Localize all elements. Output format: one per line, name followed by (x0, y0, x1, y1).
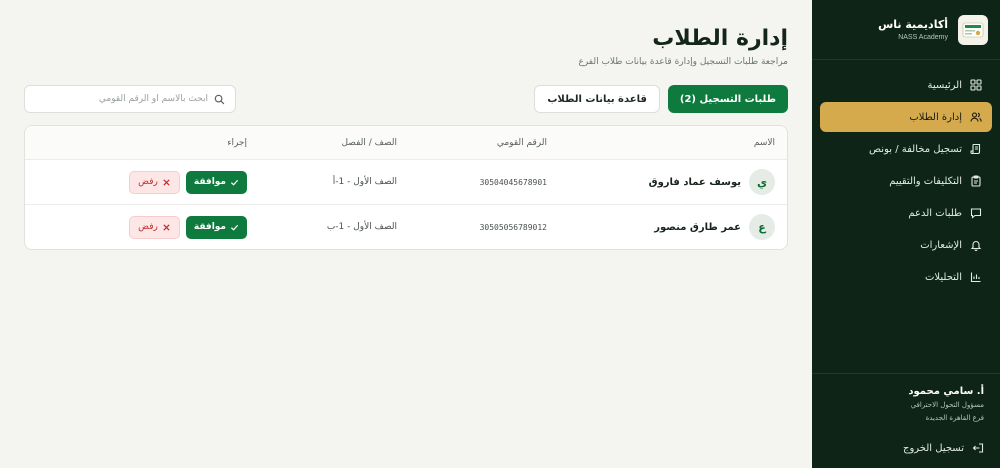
reject-button[interactable]: رفض (129, 170, 180, 194)
header-action: إجراء (227, 137, 247, 148)
academy-logo (958, 14, 988, 45)
sidebar-item-label: الرئيسية (927, 79, 962, 91)
user-name: أ. سامي محمود (908, 386, 984, 397)
users-icon (970, 112, 982, 122)
grid-icon (970, 79, 982, 91)
close-icon (163, 223, 170, 231)
message-icon (970, 208, 982, 219)
sidebar-nav: الرئيسية إدارة الطلاب تسجيل مخالفة / بون… (812, 60, 1000, 302)
header-national-id: الرقم القومي (496, 137, 547, 148)
user-role: مسؤول التحول الاحترافي (910, 401, 984, 409)
logout-icon (972, 443, 984, 453)
check-icon (230, 179, 239, 186)
bell-icon (970, 241, 982, 251)
national-id: 30504045678901 (479, 177, 547, 187)
reject-label: رفض (138, 177, 158, 187)
user-branch: فرع القاهرة الجديدة (925, 414, 984, 422)
search-input[interactable] (35, 94, 208, 104)
reject-label: رفض (138, 222, 158, 232)
user-panel: أ. سامي محمود مسؤول التحول الاحترافي فرع… (812, 373, 1000, 468)
approve-button[interactable]: موافقة (185, 170, 247, 194)
sidebar-item-label: التحليلات (924, 271, 962, 283)
close-icon (163, 178, 170, 186)
header-class: الصف / الفصل (341, 137, 397, 148)
sidebar-item-label: إدارة الطلاب (909, 111, 962, 123)
chart-icon (970, 272, 981, 283)
national-id: 30505056789012 (479, 222, 547, 232)
sidebar-item-violation[interactable]: تسجيل مخالفة / بونص (820, 134, 992, 164)
check-icon (230, 224, 239, 231)
brand-name: أكاديمية ناس (878, 18, 948, 31)
students-requests-table: الاسم الرقم القومي الصف / الفصل إجراء ي … (24, 125, 788, 250)
header-name: الاسم (753, 137, 775, 148)
table-row: ع عمر طارق منصور 30505056789012 الصف الأ… (25, 204, 787, 249)
logout-button[interactable]: تسجيل الخروج (828, 442, 984, 454)
sidebar-item-students[interactable]: إدارة الطلاب (820, 102, 992, 132)
main-content: إدارة الطلاب مراجعة طلبات التسجيل وإدارة… (24, 0, 788, 250)
sidebar-item-assignments[interactable]: التكليفات والتقييم (820, 166, 992, 196)
avatar: ع (749, 214, 775, 240)
reject-button[interactable]: رفض (129, 215, 180, 239)
page-title: إدارة الطلاب (652, 26, 788, 51)
table-row: ي يوسف عماد فاروق 30504045678901 الصف ال… (25, 159, 787, 204)
table-header: الاسم الرقم القومي الصف / الفصل إجراء (25, 126, 787, 159)
approve-label: موافقة (193, 177, 226, 187)
sidebar: أكاديمية ناس NASS Academy الرئيسية إدارة… (812, 0, 1000, 468)
page-subtitle: مراجعة طلبات التسجيل وإدارة قاعدة بيانات… (578, 57, 788, 67)
tab-students-database[interactable]: قاعدة بيانات الطلاب (534, 85, 660, 113)
sidebar-item-label: تسجيل مخالفة / بونص (869, 143, 962, 155)
student-class: الصف الأول - 1-أ (332, 177, 397, 187)
sidebar-item-home[interactable]: الرئيسية (820, 70, 992, 100)
student-class: الصف الأول - 1-ب (326, 222, 397, 232)
search-box[interactable] (24, 85, 236, 113)
brand-subtitle: NASS Academy (898, 34, 948, 41)
student-name: يوسف عماد فاروق (648, 176, 741, 188)
search-icon (214, 94, 225, 104)
brand: أكاديمية ناس NASS Academy (812, 0, 1000, 60)
sidebar-item-analytics[interactable]: التحليلات (820, 262, 992, 292)
clipboard-icon (971, 175, 981, 187)
student-name: عمر طارق منصور (654, 221, 741, 233)
sidebar-item-label: طلبات الدعم (908, 207, 962, 219)
avatar: ي (749, 169, 775, 195)
logout-label: تسجيل الخروج (902, 442, 964, 454)
scroll-icon (970, 143, 981, 155)
approve-label: موافقة (193, 222, 226, 232)
approve-button[interactable]: موافقة (185, 215, 247, 239)
toolbar: طلبات التسجيل (2) قاعدة بيانات الطلاب (24, 85, 788, 113)
sidebar-item-notifications[interactable]: الإشعارات (820, 230, 992, 260)
sidebar-item-label: الإشعارات (920, 239, 962, 251)
sidebar-item-label: التكليفات والتقييم (889, 175, 962, 187)
sidebar-item-support[interactable]: طلبات الدعم (820, 198, 992, 228)
tab-registration-requests[interactable]: طلبات التسجيل (2) (667, 85, 788, 113)
